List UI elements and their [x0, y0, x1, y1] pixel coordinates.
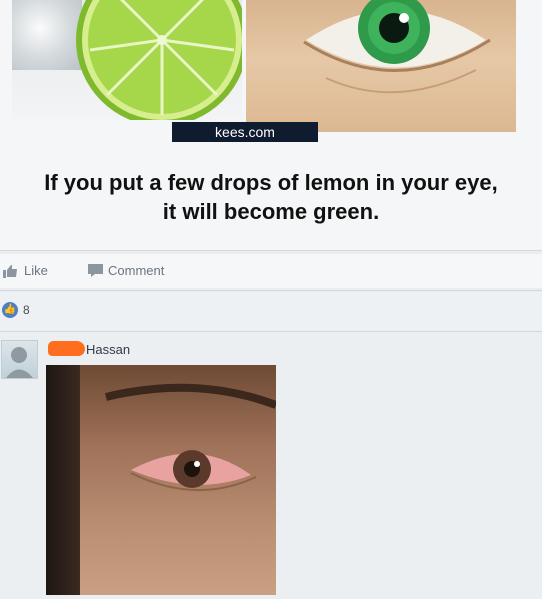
comment-label: Comment	[108, 263, 165, 278]
comment-icon	[88, 264, 103, 277]
comment-photo-red-eye[interactable]	[46, 365, 276, 595]
comment-button[interactable]: Comment	[88, 263, 164, 278]
redacted-name-mark	[48, 341, 85, 356]
green-eye-image	[246, 0, 516, 132]
post-action-bar: Like Comment	[0, 254, 542, 288]
red-eye-graphic	[105, 383, 276, 491]
reaction-summary-row	[0, 292, 542, 330]
lime-image	[12, 0, 242, 120]
lime-slice-graphic	[76, 0, 242, 120]
comment-author-name[interactable]: Hassan	[86, 342, 130, 357]
avatar[interactable]	[1, 340, 38, 379]
thumbs-up-icon	[3, 264, 17, 278]
eye-graphic	[303, 0, 491, 94]
divider	[0, 250, 542, 251]
post-caption: If you put a few drops of lemon in your …	[0, 168, 542, 226]
watermark-label: kees.com	[172, 122, 318, 142]
post-card: kees.com If you put a few drops of lemon…	[0, 0, 542, 250]
divider	[0, 290, 542, 291]
like-reaction-icon[interactable]: 👍	[2, 302, 18, 318]
reaction-count[interactable]: 8	[23, 303, 30, 317]
like-button[interactable]: Like	[3, 263, 48, 278]
caption-line-1: If you put a few drops of lemon in your …	[44, 170, 498, 195]
person-avatar-graphic	[6, 347, 33, 378]
like-label: Like	[24, 263, 48, 278]
caption-line-2: it will become green.	[162, 199, 380, 224]
